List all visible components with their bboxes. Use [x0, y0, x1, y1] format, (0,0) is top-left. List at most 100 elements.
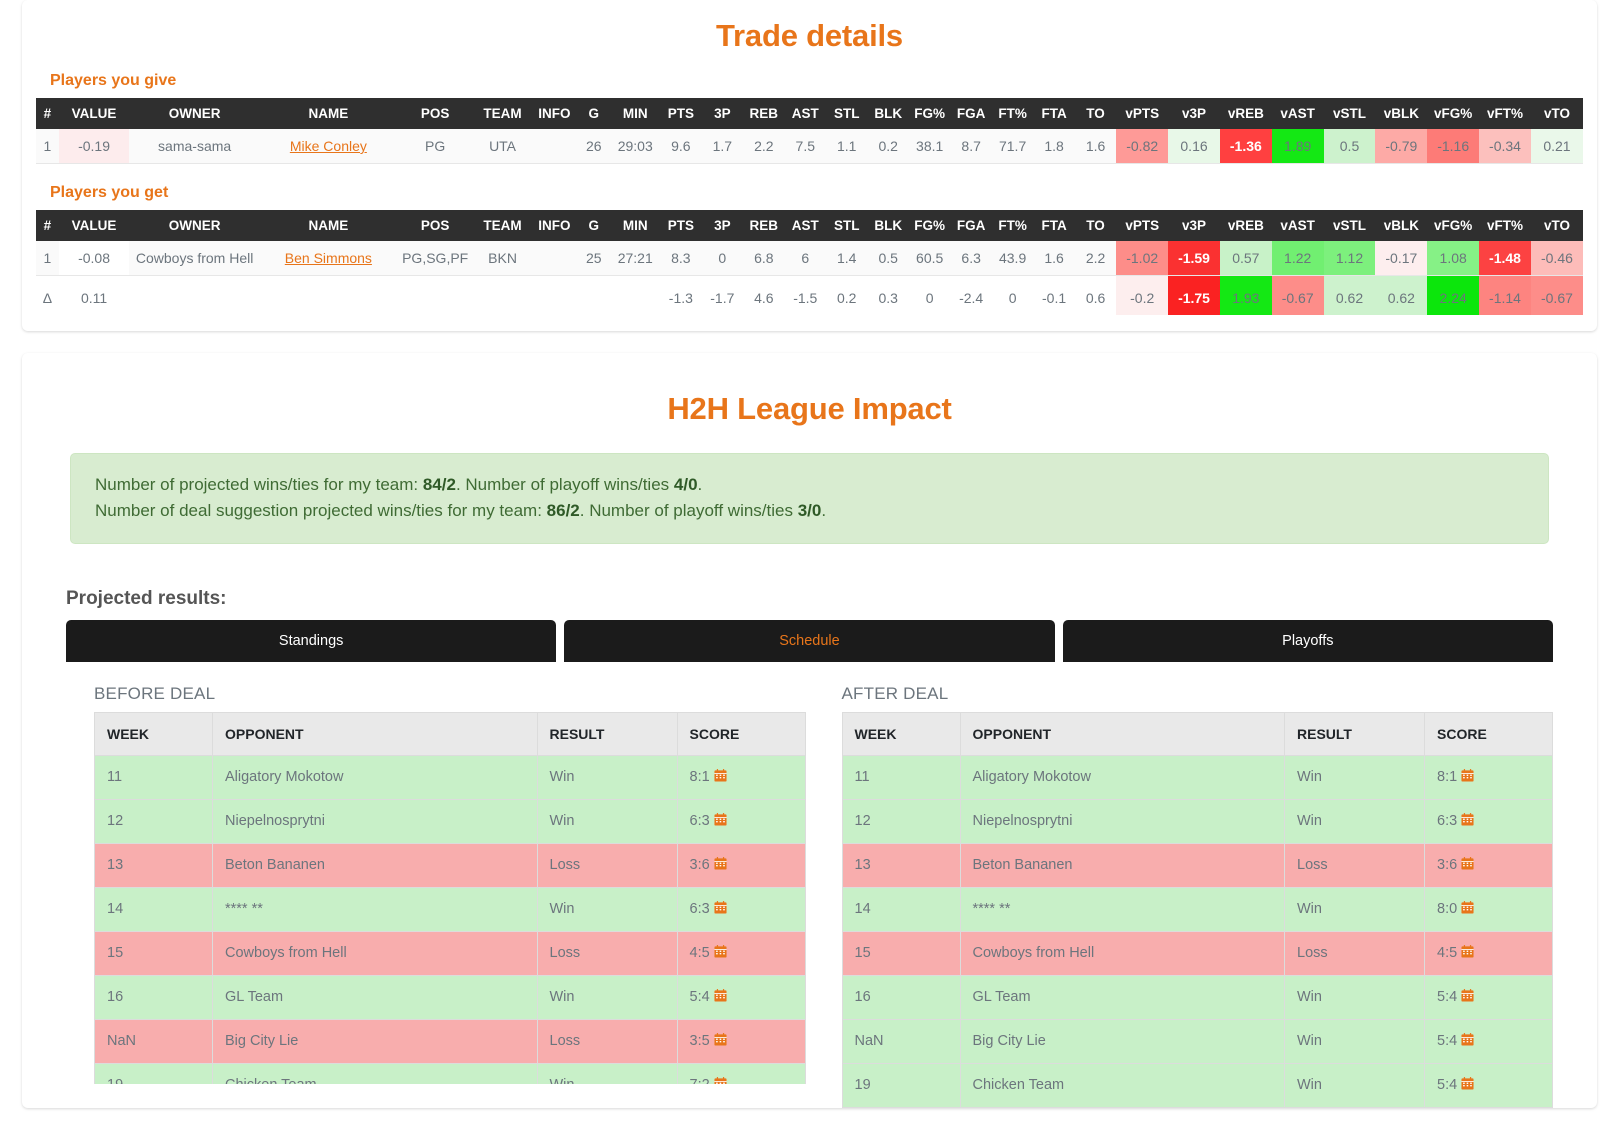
calendar-icon[interactable] — [1461, 812, 1474, 830]
col-stl[interactable]: STL — [826, 210, 868, 241]
cell-name[interactable]: Ben Simmons — [259, 241, 397, 276]
col-pts[interactable]: PTS — [660, 98, 702, 129]
calendar-icon[interactable] — [1461, 988, 1474, 1006]
col-week[interactable]: WEEK — [841, 711, 961, 756]
col-opponent[interactable]: OPPONENT — [212, 711, 538, 756]
col-blk[interactable]: BLK — [867, 98, 909, 129]
col-pos[interactable]: POS — [396, 98, 474, 129]
col-opponent[interactable]: OPPONENT — [959, 711, 1285, 756]
col-g[interactable]: G — [577, 210, 611, 241]
col-score[interactable]: SCORE — [676, 711, 806, 756]
col-vstl[interactable]: vSTL — [1323, 210, 1376, 241]
cell-week: 11 — [841, 754, 961, 800]
col-pts[interactable]: PTS — [660, 210, 702, 241]
cell-opponent: Cowboys from Hell — [212, 930, 538, 976]
cell-name[interactable]: Mike Conley — [259, 129, 397, 164]
col-team[interactable]: TEAM — [473, 210, 532, 241]
col-fta[interactable]: FTA — [1033, 98, 1075, 129]
tab-standings[interactable]: Standings — [66, 619, 557, 662]
cell-result: Win — [1284, 1062, 1425, 1108]
col-fga[interactable]: FGA — [950, 210, 992, 241]
col-result[interactable]: RESULT — [536, 711, 678, 756]
tab-playoffs[interactable]: Playoffs — [1062, 619, 1553, 662]
calendar-icon[interactable] — [1461, 900, 1474, 918]
col-fgp[interactable]: FG% — [908, 210, 951, 241]
col-vto[interactable]: vTO — [1530, 98, 1583, 129]
col-vfgp[interactable]: vFG% — [1427, 98, 1480, 129]
score-value: 5:4 — [1437, 989, 1458, 1006]
col-g[interactable]: G — [577, 98, 611, 129]
col-reb[interactable]: REB — [743, 98, 785, 129]
h2h-title: H2H League Impact — [667, 391, 952, 426]
player-link[interactable]: Ben Simmons — [285, 250, 372, 266]
col-ftp[interactable]: FT% — [991, 98, 1034, 129]
col-num[interactable]: # — [36, 210, 59, 241]
calendar-icon[interactable] — [1461, 944, 1474, 962]
calendar-icon[interactable] — [714, 1032, 727, 1050]
col-pos[interactable]: POS — [396, 210, 474, 241]
col-3p[interactable]: 3P — [701, 98, 744, 129]
cell-result: Win — [1284, 798, 1425, 844]
col-result[interactable]: RESULT — [1284, 711, 1425, 756]
col-vblk[interactable]: vBLK — [1375, 210, 1428, 241]
tab-schedule[interactable]: Schedule — [564, 619, 1055, 662]
col-num[interactable]: # — [36, 98, 59, 129]
col-score[interactable]: SCORE — [1424, 711, 1553, 756]
calendar-icon[interactable] — [1461, 1076, 1474, 1094]
col-vftp[interactable]: vFT% — [1479, 98, 1531, 129]
col-value[interactable]: VALUE — [58, 98, 130, 129]
col-to[interactable]: TO — [1074, 98, 1117, 129]
col-ftp[interactable]: FT% — [991, 210, 1034, 241]
col-reb[interactable]: REB — [743, 210, 785, 241]
col-week[interactable]: WEEK — [94, 711, 213, 756]
col-ast[interactable]: AST — [784, 98, 826, 129]
col-vfgp[interactable]: vFG% — [1427, 210, 1480, 241]
calendar-icon[interactable] — [714, 988, 727, 1006]
calendar-icon[interactable] — [714, 1076, 727, 1084]
col-min[interactable]: MIN — [610, 98, 661, 129]
page-title: Trade details — [716, 18, 903, 53]
col-v3p[interactable]: v3P — [1168, 210, 1220, 241]
col-owner[interactable]: OWNER — [129, 210, 260, 241]
calendar-icon[interactable] — [1461, 1032, 1474, 1050]
col-v3p[interactable]: v3P — [1168, 98, 1220, 129]
col-owner[interactable]: OWNER — [129, 98, 260, 129]
col-vast[interactable]: vAST — [1271, 210, 1324, 241]
score-value: 3:5 — [689, 1033, 710, 1050]
col-fgp[interactable]: FG% — [908, 98, 951, 129]
col-fga[interactable]: FGA — [950, 98, 992, 129]
col-3p[interactable]: 3P — [701, 210, 744, 241]
col-stl[interactable]: STL — [826, 98, 868, 129]
col-vblk[interactable]: vBLK — [1375, 98, 1428, 129]
calendar-icon[interactable] — [1461, 768, 1474, 786]
col-value[interactable]: VALUE — [58, 210, 130, 241]
calendar-icon[interactable] — [714, 900, 727, 918]
calendar-icon[interactable] — [714, 768, 727, 786]
calendar-icon[interactable] — [714, 944, 727, 962]
cell-vstl: 0.5 — [1323, 129, 1376, 164]
col-ast[interactable]: AST — [784, 210, 826, 241]
col-vast[interactable]: vAST — [1271, 98, 1324, 129]
col-info[interactable]: INFO — [531, 210, 578, 241]
col-name[interactable]: NAME — [259, 210, 397, 241]
col-min[interactable]: MIN — [610, 210, 661, 241]
col-to[interactable]: TO — [1074, 210, 1117, 241]
col-vreb[interactable]: vREB — [1219, 210, 1272, 241]
calendar-icon[interactable] — [714, 812, 727, 830]
col-vto[interactable]: vTO — [1530, 210, 1583, 241]
calendar-icon[interactable] — [1461, 856, 1474, 874]
col-vpts[interactable]: vPTS — [1116, 210, 1169, 241]
col-team[interactable]: TEAM — [473, 98, 532, 129]
player-link[interactable]: Mike Conley — [290, 138, 367, 154]
calendar-icon[interactable] — [714, 856, 727, 874]
col-vpts[interactable]: vPTS — [1116, 98, 1169, 129]
col-name[interactable]: NAME — [259, 98, 397, 129]
col-info[interactable]: INFO — [531, 98, 578, 129]
col-vstl[interactable]: vSTL — [1323, 98, 1376, 129]
col-vftp[interactable]: vFT% — [1479, 210, 1531, 241]
cell-vpts: -1.02 — [1116, 241, 1169, 276]
before-deal-scroll-area[interactable]: WEEK OPPONENT RESULT SCORE 11 Aligatory M… — [94, 711, 806, 1084]
col-blk[interactable]: BLK — [867, 210, 909, 241]
col-vreb[interactable]: vREB — [1219, 98, 1272, 129]
col-fta[interactable]: FTA — [1033, 210, 1075, 241]
